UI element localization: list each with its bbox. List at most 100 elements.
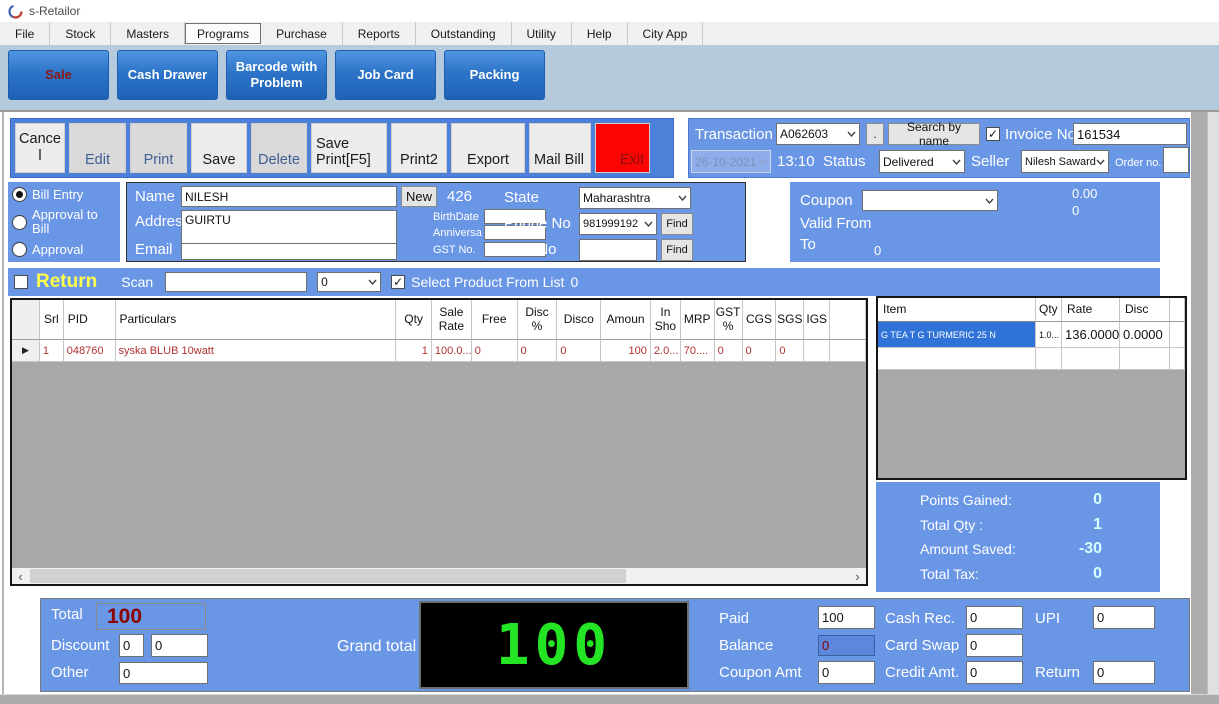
seller-combo[interactable]: Nilesh Saward <box>1021 150 1109 173</box>
scroll-left-arrow-icon[interactable]: ‹ <box>12 568 29 584</box>
vertical-scrollbar[interactable] <box>1207 112 1219 694</box>
card-swap-input[interactable] <box>966 634 1023 657</box>
state-combo[interactable]: Maharashtra <box>579 187 691 209</box>
cancel-button[interactable]: Cancel <box>15 123 65 173</box>
cell-particulars[interactable]: syska BLUB 10watt <box>116 340 397 362</box>
col-gst-pct[interactable]: GST % <box>715 300 743 340</box>
cell-disco[interactable]: 0 <box>557 340 601 362</box>
coupon-amt-input[interactable] <box>818 661 875 684</box>
invoice-checkbox[interactable]: ✓ <box>986 127 1000 141</box>
customer-email-input[interactable] <box>181 243 397 260</box>
save-button[interactable]: Save <box>191 123 247 173</box>
menu-purchase[interactable]: Purchase <box>261 22 343 45</box>
col-qty[interactable]: Qty <box>396 300 432 340</box>
col-cgst[interactable]: CGS <box>743 300 777 340</box>
barcode-with-problem-button[interactable]: Barcode with Problem <box>226 50 327 100</box>
row-selector-cell[interactable]: ▶ <box>12 340 40 362</box>
cell-item-disc[interactable]: 0.0000 <box>1120 322 1170 348</box>
print-button[interactable]: Print <box>130 123 187 173</box>
cell-mrp[interactable]: 70.... <box>681 340 715 362</box>
col-pid[interactable]: PID <box>64 300 116 340</box>
upi-input[interactable] <box>1093 606 1155 629</box>
col-amount[interactable]: Amoun <box>601 300 651 340</box>
print2-button[interactable]: Print2 <box>391 123 447 173</box>
menu-reports[interactable]: Reports <box>343 22 416 45</box>
cell-item-rate[interactable]: 136.0000 <box>1062 322 1120 348</box>
col-free[interactable]: Free <box>472 300 518 340</box>
cell-item-qty[interactable]: 1.0... <box>1036 322 1062 348</box>
col-srl[interactable]: Srl <box>40 300 64 340</box>
scan-qty-combo[interactable]: 0 <box>317 272 381 292</box>
menu-programs[interactable]: Programs <box>185 23 261 44</box>
transaction-number-combo[interactable]: A062603 <box>776 123 860 145</box>
cell-sale-rate[interactable]: 100.0... <box>432 340 472 362</box>
invoice-no-input[interactable] <box>1073 123 1187 145</box>
find-phone-button[interactable]: Find <box>661 213 693 235</box>
paid-input[interactable] <box>818 606 875 629</box>
cell-in-shop[interactable]: 2.0... <box>651 340 681 362</box>
item-grid-row[interactable]: G TEA T G TURMERIC 25 N 1.0... 136.0000 … <box>878 322 1185 348</box>
col-disco[interactable]: Disco <box>557 300 601 340</box>
col-mrp[interactable]: MRP <box>681 300 715 340</box>
cash-rec-input[interactable] <box>966 606 1023 629</box>
export-button[interactable]: Export <box>451 123 525 173</box>
job-card-button[interactable]: Job Card <box>335 50 436 100</box>
order-no-input[interactable] <box>1163 147 1189 173</box>
other-input[interactable] <box>119 662 208 684</box>
col-igst[interactable]: IGS <box>804 300 830 340</box>
menu-help[interactable]: Help <box>572 22 628 45</box>
cell-cgst[interactable]: 0 <box>743 340 777 362</box>
col-item-disc[interactable]: Disc <box>1120 298 1170 322</box>
horizontal-scrollbar[interactable] <box>0 694 1219 704</box>
cell-qty[interactable]: 1 <box>396 340 432 362</box>
cash-drawer-button[interactable]: Cash Drawer <box>117 50 218 100</box>
return-checkbox[interactable] <box>14 275 28 289</box>
col-in-shop[interactable]: In Sho <box>651 300 681 340</box>
menu-file[interactable]: File <box>0 22 50 45</box>
product-grid-row[interactable]: ▶ 1 048760 syska BLUB 10watt 1 100.0... … <box>12 340 866 362</box>
dot-button[interactable]: . <box>866 123 884 145</box>
new-customer-button[interactable]: New <box>401 186 437 207</box>
save-print-button[interactable]: Save Print[F5] <box>311 123 387 173</box>
edit-button[interactable]: Edit <box>69 123 126 173</box>
menu-outstanding[interactable]: Outstanding <box>416 22 512 45</box>
menu-utility[interactable]: Utility <box>512 22 572 45</box>
col-item-qty[interactable]: Qty <box>1036 298 1062 322</box>
menu-city-app[interactable]: City App <box>628 22 704 45</box>
cell-item-name[interactable]: G TEA T G TURMERIC 25 N <box>878 322 1036 348</box>
col-particulars[interactable]: Particulars <box>116 300 397 340</box>
coupon-combo[interactable] <box>862 190 998 211</box>
memno-input[interactable] <box>579 239 657 261</box>
sale-button[interactable]: Sale <box>8 50 109 100</box>
product-grid-hscrollbar[interactable]: ‹ › <box>12 567 866 584</box>
status-combo[interactable]: Delivered <box>879 150 965 173</box>
radio-approval[interactable]: Approval <box>12 242 116 257</box>
customer-name-input[interactable] <box>181 186 397 207</box>
radio-approval-to-bill[interactable]: Approval to Bill <box>12 208 116 237</box>
packing-button[interactable]: Packing <box>444 50 545 100</box>
menu-stock[interactable]: Stock <box>50 22 111 45</box>
scroll-right-arrow-icon[interactable]: › <box>849 568 866 584</box>
menu-masters[interactable]: Masters <box>111 22 185 45</box>
cell-gst-pct[interactable]: 0 <box>715 340 743 362</box>
discount-amt-input[interactable] <box>151 634 208 657</box>
col-item[interactable]: Item <box>878 298 1036 322</box>
return-amt-input[interactable] <box>1093 661 1155 684</box>
col-item-rate[interactable]: Rate <box>1062 298 1120 322</box>
phone-combo[interactable]: 981999192 <box>579 213 657 235</box>
cell-pid[interactable]: 048760 <box>64 340 116 362</box>
select-product-checkbox[interactable]: ✓ <box>391 275 405 289</box>
cell-free[interactable]: 0 <box>472 340 518 362</box>
col-sgst[interactable]: SGS <box>776 300 804 340</box>
delete-button[interactable]: Delete <box>251 123 307 173</box>
radio-bill-entry[interactable]: Bill Entry <box>12 187 116 202</box>
cell-disc-pct[interactable]: 0 <box>518 340 558 362</box>
discount-pct-input[interactable] <box>119 634 144 657</box>
col-sale-rate[interactable]: Sale Rate <box>432 300 472 340</box>
cell-amount[interactable]: 100 <box>601 340 651 362</box>
customer-address-input[interactable]: GUIRTU <box>181 210 397 245</box>
search-by-name-button[interactable]: Search by name <box>888 123 980 145</box>
hscroll-thumb[interactable] <box>30 569 626 583</box>
cell-sgst[interactable]: 0 <box>776 340 804 362</box>
scan-input[interactable] <box>165 272 307 292</box>
